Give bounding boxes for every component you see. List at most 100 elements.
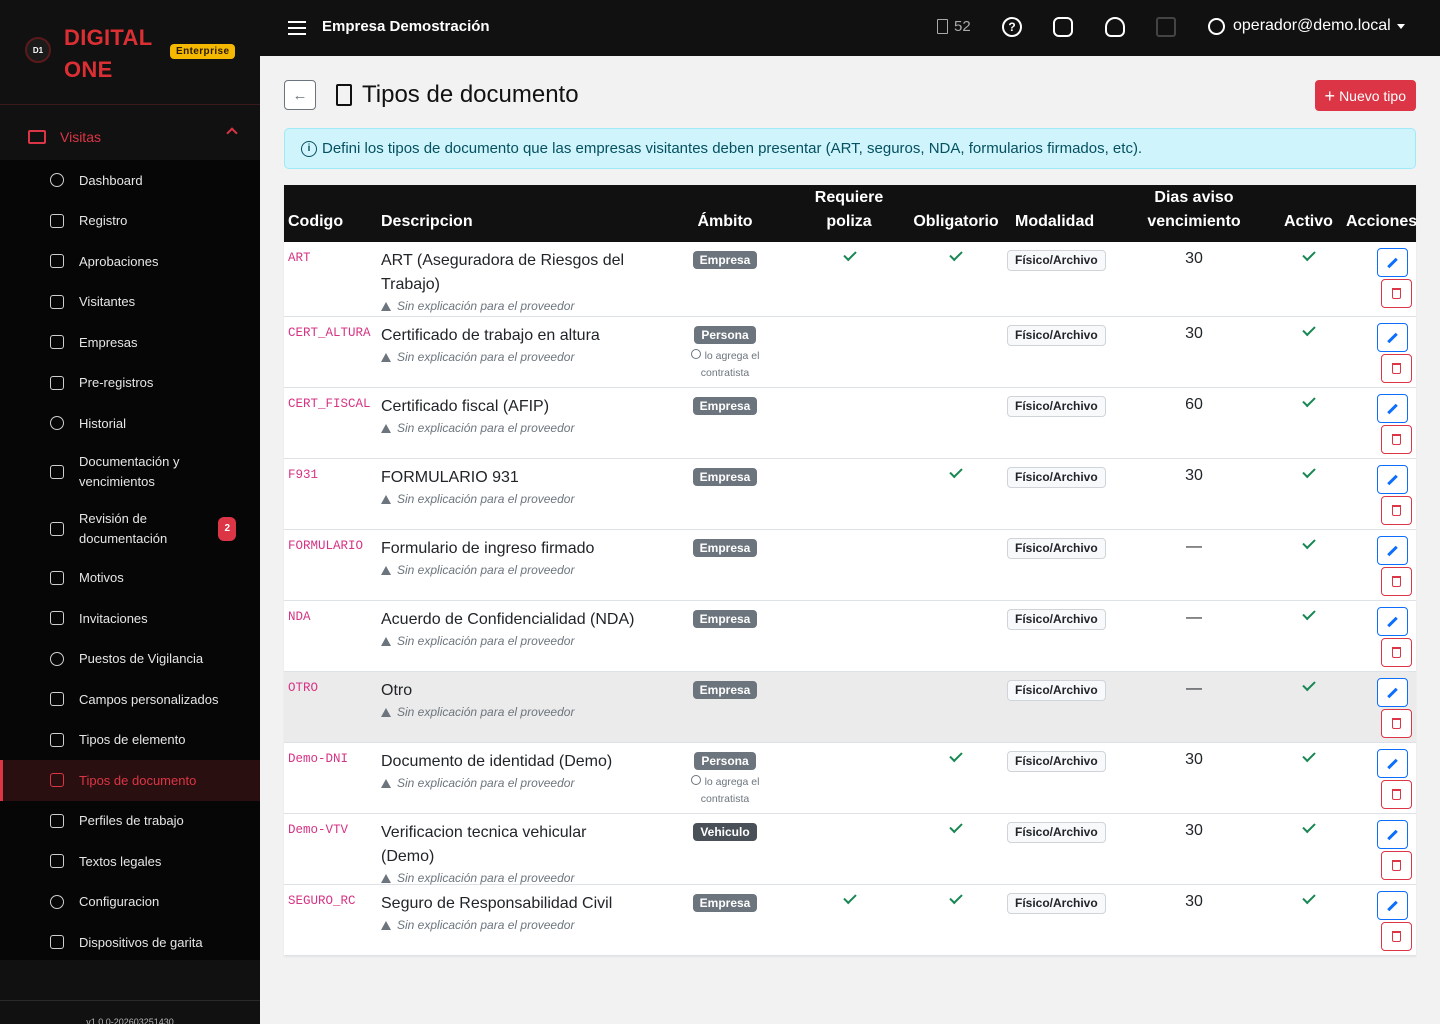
checks-icon [50, 254, 64, 269]
menu-toggle-icon[interactable] [288, 21, 306, 35]
sidebar-item-invitaciones[interactable]: Invitaciones [0, 598, 260, 639]
th-description[interactable]: Descripcion [381, 210, 473, 234]
sidebar-item-historial[interactable]: Historial [0, 403, 260, 444]
sidebar-item-documentaci-n-y-vencimientos[interactable]: Documentación y vencimientos [0, 444, 260, 501]
delete-button[interactable] [1381, 496, 1412, 525]
sidebar-item-campos-personalizados[interactable]: Campos personalizados [0, 679, 260, 720]
sidebar-item-puestos-de-vigilancia[interactable]: Puestos de Vigilancia [0, 639, 260, 680]
th-active[interactable]: Activo [1284, 210, 1333, 234]
expiry-days: 30 [1185, 250, 1203, 267]
bug-icon[interactable] [1053, 17, 1073, 37]
scope-badge: Empresa [692, 894, 758, 912]
sidebar-item-label: Dashboard [79, 172, 143, 188]
tag-icon [50, 570, 64, 585]
table-row: CERT_FISCAL Certificado fiscal (AFIP) Sin … [284, 388, 1416, 459]
mode-badge: Físico/Archivo [1007, 609, 1106, 630]
check-icon [1302, 890, 1316, 905]
sidebar-item-empresas[interactable]: Empresas [0, 322, 260, 363]
edit-button[interactable] [1377, 248, 1408, 277]
pencil-icon [1387, 900, 1398, 911]
th-days[interactable]: Dias aviso vencimiento [1134, 186, 1254, 234]
nav-group-visitas[interactable]: Visitas [0, 117, 260, 157]
contractor-note-line: lo agrega el [674, 348, 776, 365]
delete-button[interactable] [1381, 638, 1412, 667]
trash-icon [1392, 576, 1401, 587]
user-circle-icon [1208, 17, 1225, 35]
shield-icon [50, 651, 64, 666]
delete-button[interactable] [1381, 922, 1412, 951]
edit-button[interactable] [1377, 891, 1408, 920]
delete-button[interactable] [1381, 567, 1412, 596]
edit-button[interactable] [1377, 820, 1408, 849]
check-icon [1302, 535, 1316, 550]
main-content: ← Tipos de documento + Nuevo tipo i Defi… [260, 56, 1440, 1024]
edit-button[interactable] [1377, 678, 1408, 707]
sidebar-item-motivos[interactable]: Motivos [0, 558, 260, 599]
clock-icon [50, 416, 64, 431]
th-scope[interactable]: Ámbito [695, 210, 755, 234]
sidebar-item-visitantes[interactable]: Visitantes [0, 282, 260, 323]
delete-button[interactable] [1381, 354, 1412, 383]
brand-name[interactable]: DIGITAL ONE [64, 22, 152, 86]
th-code[interactable]: Codigo [288, 210, 343, 234]
sidebar-item-tipos-de-documento[interactable]: Tipos de documento [0, 760, 260, 801]
th-mode[interactable]: Modalidad [1015, 210, 1094, 234]
building-count[interactable]: 52 [937, 18, 971, 35]
back-button[interactable]: ← [284, 80, 316, 110]
sidebar-item-label: Visitantes [79, 294, 136, 310]
brand-logo: D1 [25, 37, 51, 63]
doc-code: FORMULARIO [288, 539, 364, 553]
edit-button[interactable] [1377, 465, 1408, 494]
edit-button[interactable] [1377, 394, 1408, 423]
new-type-button[interactable]: + Nuevo tipo [1314, 80, 1416, 111]
trash-icon [1392, 931, 1401, 942]
sidebar-item-perfiles-de-trabajo[interactable]: Perfiles de trabajo [0, 801, 260, 842]
th-mandatory[interactable]: Obligatorio [908, 210, 1004, 234]
chat-icon[interactable] [1156, 17, 1176, 37]
sidebar-item-pre-registros[interactable]: Pre-registros [0, 363, 260, 404]
doc-note: Sin explicación para el proveedor [381, 490, 641, 508]
doc-code: OTRO [288, 681, 319, 695]
doc-code: Demo-VTV [288, 823, 349, 837]
delete-button[interactable] [1381, 279, 1412, 308]
delete-button[interactable] [1381, 780, 1412, 809]
doc-note: Sin explicación para el proveedor [381, 297, 641, 315]
delete-button[interactable] [1381, 851, 1412, 880]
sidebar-item-dashboard[interactable]: Dashboard [0, 160, 260, 201]
files-icon [50, 773, 64, 788]
trash-icon [1392, 647, 1401, 658]
trash-icon [1392, 505, 1401, 516]
plus-circle-icon [690, 775, 701, 785]
table-row: ART ART (Aseguradora de Riesgos del Traba… [284, 242, 1416, 317]
document-types-table: Codigo Descripcion Ámbito Requiere poliz… [284, 185, 1417, 956]
doc-scope: Empresa [674, 894, 776, 912]
table-row: SEGURO_RC Seguro de Responsabilidad Civil… [284, 885, 1416, 956]
doc-scope: Empresa [674, 681, 776, 699]
sidebar-item-textos-legales[interactable]: Textos legales [0, 841, 260, 882]
pencil-icon [1387, 616, 1398, 627]
edit-button[interactable] [1377, 536, 1408, 565]
pencil-icon [1387, 687, 1398, 698]
sidebar-item-dispositivos-de-garita[interactable]: Dispositivos de garita [0, 922, 260, 963]
doc-note-text: Sin explicación para el proveedor [397, 421, 575, 435]
sidebar-item-aprobaciones[interactable]: Aprobaciones [0, 241, 260, 282]
sidebar-item-tipos-de-elemento[interactable]: Tipos de elemento [0, 720, 260, 761]
user-menu[interactable]: operador@demo.local [1208, 17, 1405, 35]
sidebar-item-label: Empresas [79, 334, 138, 350]
trash-icon [1392, 718, 1401, 729]
help-icon[interactable]: ? [1002, 17, 1022, 37]
scope-badge: Empresa [692, 397, 758, 415]
edit-button[interactable] [1377, 607, 1408, 636]
delete-button[interactable] [1381, 709, 1412, 738]
delete-button[interactable] [1381, 425, 1412, 454]
doc-note-text: Sin explicación para el proveedor [397, 705, 575, 719]
sidebar-item-configuracion[interactable]: Configuracion [0, 882, 260, 923]
edit-button[interactable] [1377, 323, 1408, 352]
lightbulb-icon[interactable] [1105, 17, 1125, 37]
th-policy[interactable]: Requiere poliza [804, 186, 894, 234]
edit-button[interactable] [1377, 749, 1408, 778]
pending-count-badge: 2 [218, 517, 236, 541]
doc-note-text: Sin explicación para el proveedor [397, 299, 575, 313]
sidebar-item-registro[interactable]: Registro [0, 201, 260, 242]
sidebar-item-revisi-n-de-documentaci-n[interactable]: Revisión de documentación 2 [0, 501, 260, 558]
